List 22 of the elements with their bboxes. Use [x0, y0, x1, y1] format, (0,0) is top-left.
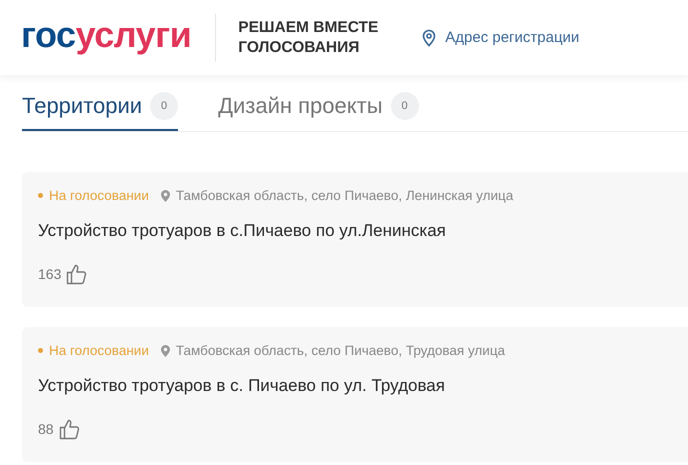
like-count: 163: [38, 266, 62, 282]
location-pin-icon: [160, 190, 170, 202]
status-label: На голосовании: [38, 188, 149, 203]
thumbs-up-icon[interactable]: [58, 418, 81, 440]
tab[interactable]: Дизайн проекты 0: [218, 92, 419, 131]
location-pin-icon: [160, 344, 170, 356]
address-link[interactable]: Адрес регистрации: [422, 28, 580, 46]
count-badge: 0: [150, 92, 178, 120]
count-badge: 0: [390, 92, 419, 120]
like-count: 88: [38, 421, 54, 437]
project-card[interactable]: На голосовании Тамбовская область, село Пичаево, Трудовая улица Устройство тротуаров в с. Пичаево по ул. Трудовая 88: [22, 327, 688, 462]
location-text: Тамбовская область, село Пичаево, Трудовая улица: [176, 343, 506, 358]
tab[interactable]: Территории 0: [22, 92, 178, 131]
thumbs-up-icon[interactable]: [66, 263, 88, 285]
logo[interactable]: госуслуги: [21, 16, 192, 52]
location-text: Тамбовская область, село Пичаево, Ленинская улица: [176, 188, 514, 203]
location-pin-icon: [422, 28, 436, 46]
project-title[interactable]: Устройство тротуаров в с.Пичаево по ул.Ленинская: [38, 221, 688, 241]
status-label: На голосовании: [38, 343, 149, 358]
project-card[interactable]: На голосовании Тамбовская область, село Пичаево, Ленинская улица Устройство тротуаров в с.Пичаево по ул.Ленинская 163: [22, 172, 688, 307]
tagline: РЕШАЕМ ВМЕСТЕ ГОЛОСОВАНИЯ: [238, 18, 380, 58]
project-title[interactable]: Устройство тротуаров в с. Пичаево по ул. Трудовая: [38, 376, 688, 396]
